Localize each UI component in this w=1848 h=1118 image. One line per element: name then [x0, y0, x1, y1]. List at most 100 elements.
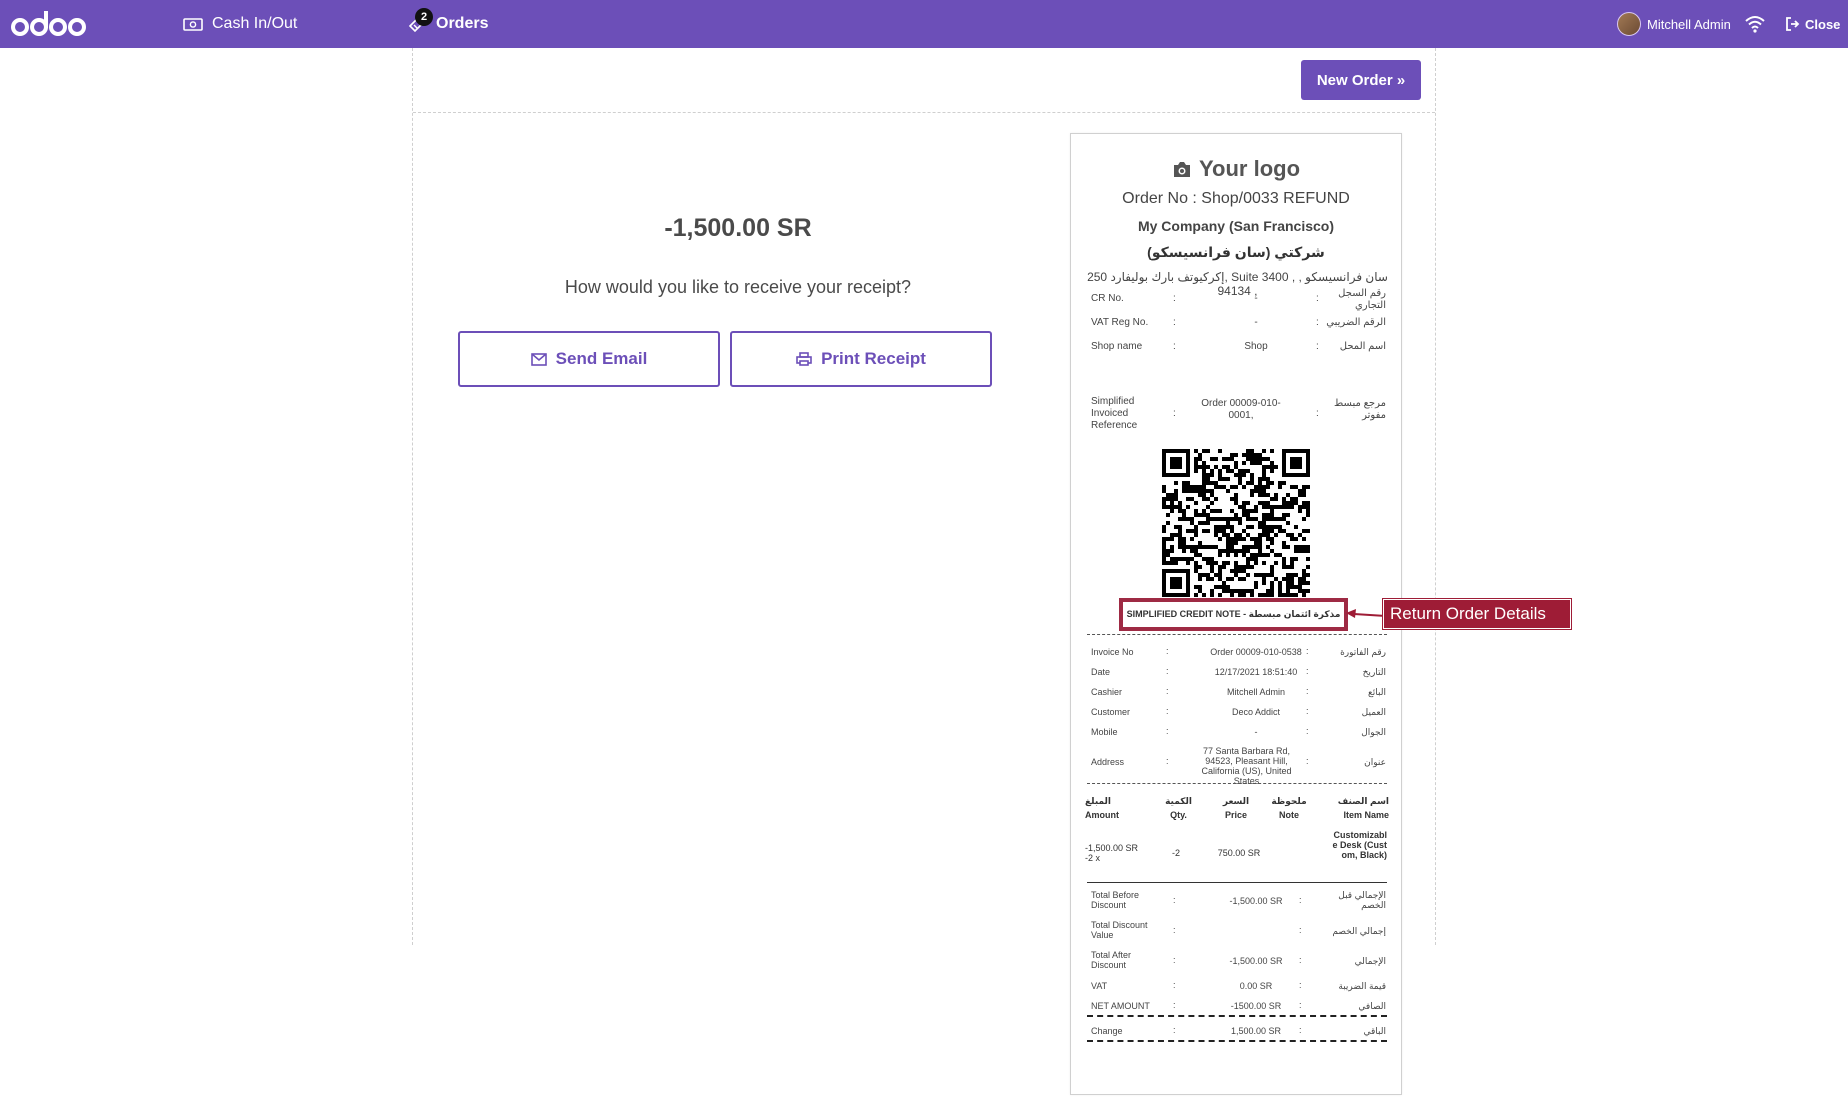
row-label: VAT Reg No. [1091, 317, 1149, 328]
receipt-row: Address : 77 Santa Barbara Rd, 94523, Pl… [1091, 746, 1386, 786]
total-amount: -1,500.00 SR [664, 214, 812, 242]
row-label: Change [1091, 1026, 1123, 1036]
receipt-row: Invoice No : Order 00009-010-0538 : رقم … [1091, 646, 1386, 657]
address-line: سان فرانسيسكو , , Suite 3400 ,إكركيوتف ب… [1087, 270, 1388, 284]
orders-label: Orders [436, 15, 489, 32]
row-label-arabic: قيمة الضريبة [1338, 981, 1386, 991]
row-label-arabic: إجمالي الخصم [1332, 926, 1386, 936]
row-label-arabic: العميل [1361, 707, 1386, 717]
print-receipt-label: Print Receipt [821, 349, 926, 368]
row-label-arabic: التاريخ [1362, 667, 1386, 677]
printer-icon [796, 352, 812, 366]
company-name: My Company (San Francisco) [1137, 218, 1335, 234]
avatar [1617, 12, 1641, 36]
send-email-label: Send Email [555, 349, 648, 368]
row-value: - [1254, 317, 1258, 328]
row-label: VAT [1091, 981, 1108, 991]
row-value: - [1254, 727, 1258, 737]
line-amount: -1,500.00 SR -2 x [1085, 843, 1139, 863]
callout-arrow [1346, 609, 1386, 618]
return-order-callout: Return Order Details [1383, 599, 1571, 629]
receipt-row: Cashier : Mitchell Admin : البائع [1091, 686, 1386, 697]
row-label: Total After Discount [1091, 950, 1132, 970]
column-header: ملحوظة Note [1271, 796, 1307, 820]
row-value: Order 00009-010-0001, [1201, 398, 1281, 421]
qr-code [1162, 449, 1310, 597]
receipt-row: VAT : 0.00 SR : قيمة الضريبة [1091, 980, 1386, 991]
row-value: 77 Santa Barbara Rd, 94523, Pleasant Hil… [1201, 746, 1292, 786]
row-label-arabic: اسم المحل [1339, 341, 1386, 352]
receipt-row: Simplified Invoiced Reference : Order 00… [1091, 396, 1386, 431]
receipt-row: CR No. : - : رقم السجل التجاري [1091, 288, 1386, 311]
receipt-logo: Your logo [1071, 156, 1401, 182]
cash-in-out-label: Cash In/Out [212, 15, 298, 32]
receipt-row: Change : 1,500.00 SR : الباقي [1091, 1025, 1386, 1036]
row-value: Order 00009-010-0538 [1210, 647, 1302, 657]
row-label: Mobile [1091, 727, 1118, 737]
row-label: Invoice No [1091, 647, 1134, 657]
receipt-row: Total Discount Value : : إجمالي الخصم [1091, 920, 1386, 940]
top-bar: Cash In/Out Orders 2 Mitchell Admin Clos… [0, 0, 1848, 48]
odoo-logo [11, 11, 86, 36]
user-menu[interactable]: Mitchell Admin [1617, 0, 1731, 48]
row-label: Cashier [1091, 687, 1123, 697]
receipt-question: How would you like to receive your recei… [564, 277, 912, 297]
row-label: Total Discount Value [1091, 920, 1148, 940]
receipt-row: Shop name : Shop : اسم المحل [1091, 341, 1386, 352]
receipt-row: Customer : Deco Addict : العميل [1091, 706, 1386, 717]
row-label-arabic: مرجع مبسط مفوتر [1334, 398, 1386, 421]
row-label: Simplified Invoiced Reference [1091, 396, 1138, 431]
row-label-arabic: رقم السجل التجاري [1338, 288, 1386, 311]
row-label-arabic: الصافي [1358, 1001, 1386, 1011]
row-value: Deco Addict [1231, 707, 1281, 717]
company-name-arabic: شركتي (سان فرانسيسكو) [1147, 244, 1325, 260]
money-icon [183, 18, 203, 31]
column-header: الكمية Qty. [1165, 796, 1192, 820]
row-label-arabic: الإجمالي قبل الخصم [1338, 890, 1386, 910]
row-label: CR No. [1091, 293, 1124, 304]
order-number: Order No : Shop/0033 REFUND [1122, 190, 1350, 207]
receipt-row: Date : 12/17/2021 18:51:40 : التاريخ [1091, 666, 1386, 677]
print-receipt-button[interactable]: Print Receipt [730, 331, 992, 387]
receipt-row: Total Before Discount : -1,500.00 SR : ا… [1091, 890, 1386, 910]
sign-out-icon [1786, 17, 1800, 31]
row-label-arabic: الجوال [1361, 727, 1386, 737]
envelope-icon [530, 352, 547, 366]
row-label-arabic: الرقم الضريبي [1326, 317, 1386, 328]
row-label-arabic: رقم الفاتورة [1340, 647, 1386, 657]
row-label-arabic: البائع [1368, 687, 1386, 697]
camera-icon [1173, 161, 1190, 177]
row-value: 12/17/2021 18:51:40 [1214, 667, 1298, 677]
row-label: Customer [1091, 707, 1131, 717]
new-order-button[interactable]: New Order » [1301, 60, 1421, 100]
logo-text: Your logo [1198, 156, 1301, 181]
column-header: المبلغ Amount [1085, 796, 1119, 820]
receipt-row: VAT Reg No. : - : الرقم الضريبي [1091, 317, 1386, 328]
cash-in-out-button[interactable]: Cash In/Out [183, 0, 297, 48]
row-value: Shop [1244, 341, 1268, 352]
orders-count-badge: 2 [415, 8, 433, 26]
row-label-arabic: الإجمالي [1354, 956, 1386, 966]
row-label: NET AMOUNT [1091, 1001, 1150, 1011]
row-label: Date [1091, 667, 1111, 677]
row-label: Address [1091, 757, 1125, 767]
user-name: Mitchell Admin [1647, 16, 1731, 32]
row-value: Mitchell Admin [1226, 687, 1286, 697]
column-header: اسم الصنف Item Name [1337, 796, 1389, 820]
screen-header: New Order » [413, 48, 1435, 113]
close-button[interactable]: Close [1785, 0, 1840, 48]
row-label: Shop name [1091, 341, 1143, 352]
column-header: السعر Price [1222, 796, 1250, 820]
wifi-icon [1745, 16, 1765, 33]
line-item-name: Customizable Desk (Custom, Black) [1332, 830, 1387, 860]
close-label: Close [1805, 16, 1841, 32]
row-value: - [1254, 293, 1258, 304]
receipt-row: NET AMOUNT : -1500.00 SR : الصافي [1091, 1000, 1386, 1011]
row-label-arabic: الباقي [1363, 1026, 1386, 1036]
line-qty: -2 [1171, 848, 1180, 858]
credit-note-title: SIMPLIFIED CREDIT NOTE - مذكرة ائتمان مب… [1119, 598, 1348, 631]
receipt-row: Total After Discount : -1,500.00 SR : ال… [1091, 950, 1386, 970]
line-price: 750.00 SR [1217, 848, 1261, 858]
row-label: Total Before Discount [1091, 890, 1140, 910]
send-email-button[interactable]: Send Email [458, 331, 720, 387]
